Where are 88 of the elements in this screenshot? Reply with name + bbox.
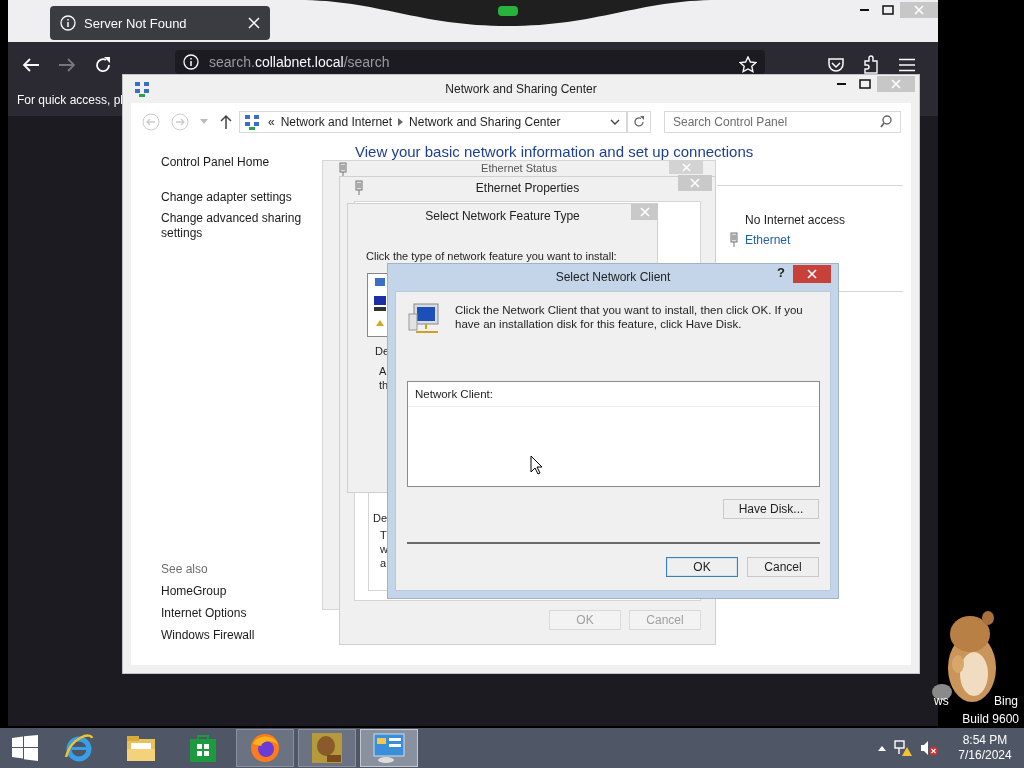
folder-icon bbox=[125, 733, 157, 763]
breadcrumb-item[interactable]: Network and Internet bbox=[280, 115, 393, 129]
plug-icon bbox=[354, 180, 364, 196]
address-bar[interactable]: search.collabnet.local/search bbox=[175, 50, 765, 74]
close-icon bbox=[891, 79, 901, 89]
help-button[interactable]: ? bbox=[777, 265, 785, 280]
see-also-link[interactable]: Internet Options bbox=[161, 606, 255, 621]
search-field[interactable]: Search Control Panel bbox=[664, 111, 901, 133]
network-icon bbox=[244, 114, 260, 130]
chevron-down-icon[interactable] bbox=[610, 119, 620, 125]
maximize-icon bbox=[859, 79, 871, 89]
tab-title: Server Not Found bbox=[84, 15, 188, 31]
minimize-icon bbox=[836, 83, 846, 85]
notification-tab[interactable]: Server Not Found bbox=[50, 6, 270, 40]
speaker-muted-icon[interactable] bbox=[920, 740, 938, 756]
group-label: De bbox=[373, 512, 388, 525]
pocket-icon[interactable] bbox=[827, 57, 845, 73]
clock-time: 8:54 PM bbox=[962, 733, 1008, 748]
network-warning-icon[interactable] bbox=[894, 739, 912, 757]
window-title: Select Network Feature Type bbox=[425, 209, 580, 223]
see-also-link[interactable]: HomeGroup bbox=[161, 584, 255, 599]
nav-link[interactable]: Change adapter settings bbox=[161, 190, 321, 205]
plug-icon bbox=[729, 232, 739, 248]
clock[interactable]: 8:54 PM 7/16/2024 bbox=[954, 733, 1016, 763]
client-list[interactable]: Network Client: bbox=[407, 381, 820, 487]
minimize-icon bbox=[859, 9, 869, 11]
url-text: search.collabnet.local/search bbox=[209, 54, 390, 70]
close-icon bbox=[639, 207, 650, 217]
forward-icon[interactable] bbox=[58, 57, 76, 73]
windows-logo-icon bbox=[12, 735, 38, 761]
instruction-text: Click the type of network feature you want to install: bbox=[366, 250, 617, 263]
page-hint: For quick access, pl bbox=[17, 93, 124, 107]
section-label: See also bbox=[161, 562, 209, 576]
star-icon[interactable] bbox=[739, 56, 757, 74]
menu-icon[interactable] bbox=[899, 58, 915, 72]
caret-up-icon[interactable] bbox=[878, 745, 886, 751]
breadcrumb-item[interactable]: Network and Sharing Center bbox=[409, 115, 561, 129]
game-box-icon bbox=[311, 732, 343, 764]
close-icon bbox=[914, 5, 924, 15]
puzzle-icon[interactable] bbox=[864, 55, 880, 75]
dialog-button[interactable]: OK bbox=[666, 557, 738, 577]
description-text: a bbox=[380, 557, 387, 570]
fox-globe-icon bbox=[249, 732, 281, 764]
description-text: A bbox=[379, 365, 387, 378]
dialog-button[interactable]: Cancel bbox=[747, 557, 819, 577]
description-text: th bbox=[379, 379, 389, 392]
build-text: Build 9600 bbox=[962, 712, 1019, 726]
overflow-chevron[interactable]: « bbox=[268, 115, 275, 129]
list-header: Network Client: bbox=[415, 388, 493, 400]
network-icon bbox=[134, 81, 150, 97]
taskbar-button[interactable] bbox=[360, 729, 418, 767]
close-icon bbox=[681, 162, 691, 172]
window-title: Select Network Client bbox=[555, 270, 671, 284]
refresh-icon bbox=[633, 116, 645, 128]
description-text: T bbox=[380, 529, 387, 542]
see-also-link[interactable]: Windows Firewall bbox=[161, 628, 255, 643]
taskbar-button[interactable] bbox=[236, 729, 294, 767]
watermark-text: ws bbox=[934, 694, 949, 708]
breadcrumb-bar[interactable]: « Network and Internet Network and Sharing Center bbox=[239, 111, 627, 133]
instruction-text: Click the Network Client that you want to install, then click OK. If you have an installation disk for this feature, click Have Disk. bbox=[455, 303, 804, 331]
browser-e-icon bbox=[63, 732, 95, 764]
close-icon bbox=[690, 178, 700, 188]
info-icon bbox=[60, 15, 76, 31]
search-icon[interactable] bbox=[880, 115, 892, 128]
clock-date: 7/16/2024 bbox=[958, 748, 1012, 763]
window-title: Ethernet Status bbox=[481, 162, 557, 174]
watermark-text: Bing bbox=[994, 694, 1019, 708]
store-icon bbox=[189, 733, 217, 763]
maximize-icon bbox=[882, 5, 894, 15]
window-title: Network and Sharing Center bbox=[445, 82, 597, 96]
info-icon bbox=[183, 54, 199, 70]
refresh-button[interactable] bbox=[627, 111, 651, 133]
computer-icon bbox=[408, 302, 440, 336]
connection-link[interactable]: Ethernet bbox=[729, 232, 846, 248]
window-title: Ethernet Properties bbox=[475, 181, 580, 195]
reload-icon[interactable] bbox=[94, 56, 112, 74]
nav-link[interactable]: Control Panel Home bbox=[161, 155, 321, 170]
up-arrow-icon[interactable] bbox=[220, 114, 232, 129]
page-heading: View your basic network information and set up connections bbox=[355, 143, 754, 160]
have-disk-button[interactable]: Have Disk... bbox=[723, 499, 819, 519]
control-panel-icon bbox=[372, 732, 406, 764]
close-button[interactable] bbox=[793, 265, 831, 283]
access-type: No Internet access bbox=[745, 213, 846, 227]
chevron-icon bbox=[398, 118, 404, 126]
close-icon bbox=[807, 269, 817, 279]
close-icon[interactable] bbox=[248, 17, 260, 29]
cursor-icon bbox=[530, 455, 543, 475]
nav-link[interactable]: Change advanced sharing settings bbox=[161, 211, 321, 241]
